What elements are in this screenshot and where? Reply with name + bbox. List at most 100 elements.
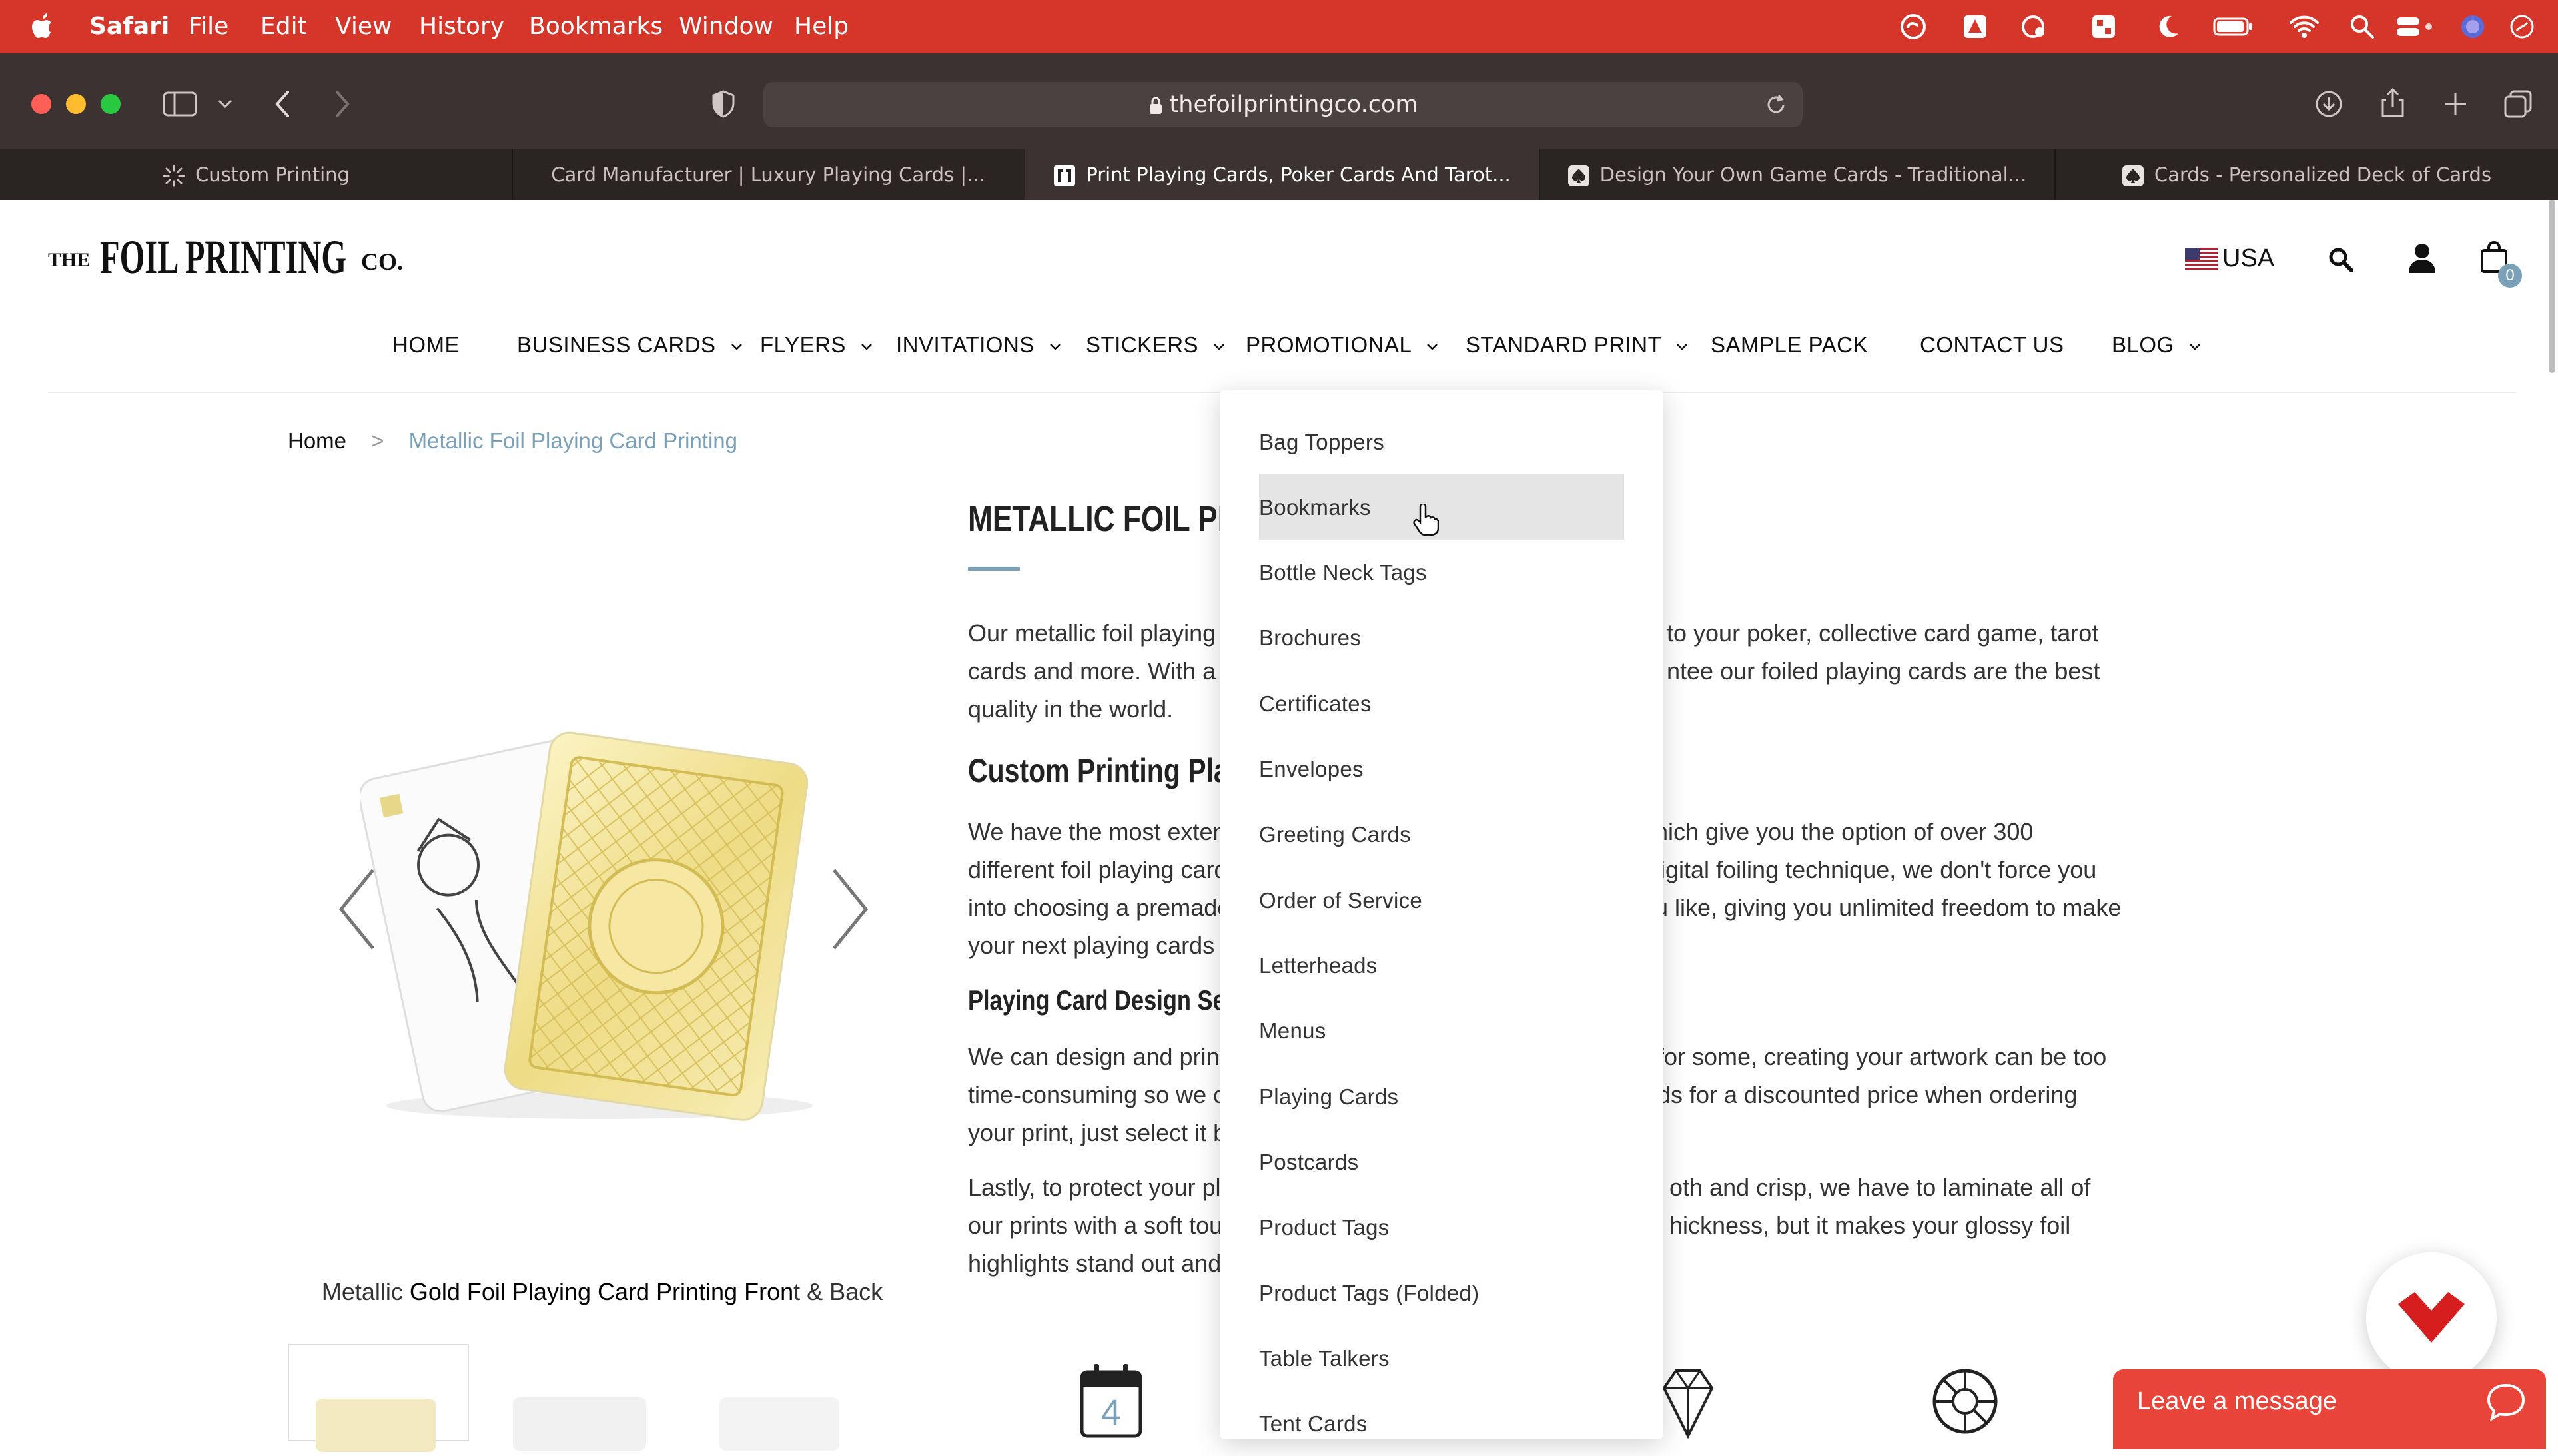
- thumbnail-3[interactable]: [693, 1344, 871, 1451]
- menu-item-greeting-cards[interactable]: Greeting Cards: [1259, 803, 1411, 867]
- drive-icon[interactable]: [1962, 13, 1988, 40]
- region-selector[interactable]: USA: [2185, 241, 2274, 276]
- nav-invitations[interactable]: INVITATIONS: [896, 325, 1061, 365]
- brand-chevron-icon: [2398, 1292, 2465, 1343]
- menu-item-product-tags[interactable]: Product Tags: [1259, 1196, 1390, 1260]
- nav-promotional[interactable]: PROMOTIONAL: [1246, 325, 1438, 365]
- search-icon[interactable]: [2328, 246, 2354, 273]
- text-line: our prints with a soft tou: [968, 1212, 1223, 1239]
- menu-item-bookmarks[interactable]: Bookmarks: [1259, 476, 1371, 540]
- menu-item-bag-toppers[interactable]: Bag Toppers: [1259, 410, 1384, 474]
- paragraph-3-left: We can design and print time-consuming s…: [968, 1038, 1238, 1152]
- calendar-day: 4: [1100, 1393, 1122, 1433]
- text-line: time-consuming so we ca: [968, 1081, 1239, 1108]
- apple-menu-icon[interactable]: [29, 12, 56, 41]
- thumbnail-1[interactable]: [288, 1344, 469, 1452]
- text-line: ds for a discounted price when ordering: [1657, 1081, 2078, 1108]
- nav-home[interactable]: HOME: [392, 325, 460, 365]
- tab-card-manufacturer[interactable]: Card Manufacturer | Luxury Playing Cards…: [512, 149, 1026, 200]
- menu-item-certificates[interactable]: Certificates: [1259, 672, 1372, 736]
- text-line: into choosing a premade: [968, 894, 1231, 921]
- reload-icon[interactable]: [1764, 93, 1788, 117]
- grid-app-icon[interactable]: [2090, 13, 2117, 40]
- tab-overview-icon[interactable]: [2503, 89, 2533, 119]
- menu-item-playing-cards[interactable]: Playing Cards: [1259, 1065, 1398, 1129]
- text-line: oth and crisp, we have to laminate all o…: [1669, 1174, 2091, 1201]
- nav-label: CONTACT US: [1920, 332, 2064, 357]
- menu-bookmarks[interactable]: Bookmarks: [529, 0, 663, 53]
- menu-item-brochures[interactable]: Brochures: [1259, 606, 1361, 670]
- nav-standard-print[interactable]: STANDARD PRINT: [1466, 325, 1688, 365]
- privacy-shield-icon[interactable]: [710, 89, 737, 119]
- menu-item-postcards[interactable]: Postcards: [1259, 1130, 1358, 1194]
- creative-cloud-icon[interactable]: [1900, 13, 1926, 40]
- menu-view[interactable]: View: [335, 0, 392, 53]
- site-logo[interactable]: THE FOIL PRINTING CO.: [48, 226, 448, 293]
- user-status-icon[interactable]: [2509, 13, 2535, 40]
- tab-custom-printing[interactable]: Custom Printing: [0, 149, 513, 200]
- text-line: quality in the world.: [968, 695, 1174, 723]
- control-center-icon[interactable]: [2395, 13, 2435, 40]
- downloads-icon[interactable]: [2314, 89, 2344, 119]
- tab-personalized-deck[interactable]: Cards - Personalized Deck of Cards: [2054, 149, 2558, 200]
- menu-item-letterheads[interactable]: Letterheads: [1259, 934, 1378, 998]
- menu-window[interactable]: Window: [679, 0, 773, 53]
- nav-sample-pack[interactable]: SAMPLE PACK: [1711, 325, 1868, 365]
- nav-contact-us[interactable]: CONTACT US: [1920, 325, 2064, 365]
- tab-design-game-cards[interactable]: Design Your Own Game Cards - Traditional…: [1539, 149, 2056, 200]
- menu-file[interactable]: File: [189, 0, 228, 53]
- back-icon[interactable]: [273, 89, 293, 119]
- siri-icon[interactable]: [2459, 13, 2486, 40]
- nav-business-cards[interactable]: BUSINESS CARDS: [517, 325, 743, 365]
- page-scrollbar[interactable]: [2549, 200, 2555, 373]
- wifi-icon[interactable]: [2289, 13, 2320, 40]
- spade-icon: [1567, 165, 1589, 186]
- menu-item-order-of-service[interactable]: Order of Service: [1259, 869, 1422, 932]
- battery-icon[interactable]: [2213, 13, 2254, 40]
- chat-bar[interactable]: Leave a message: [2113, 1369, 2546, 1449]
- menu-item-table-talkers[interactable]: Table Talkers: [1259, 1327, 1390, 1391]
- window-minimize-button[interactable]: [66, 94, 86, 114]
- menu-item-envelopes[interactable]: Envelopes: [1259, 737, 1364, 801]
- chevron-down-icon: [1049, 344, 1061, 351]
- nav-blog[interactable]: BLOG: [2112, 325, 2201, 365]
- menu-history[interactable]: History: [419, 0, 504, 53]
- thumbnail-2[interactable]: [493, 1344, 671, 1451]
- sidebar-toggle-icon[interactable]: [163, 91, 197, 117]
- menu-item-product-tags-folded[interactable]: Product Tags (Folded): [1259, 1262, 1479, 1325]
- menu-item-bottle-neck-tags[interactable]: Bottle Neck Tags: [1259, 541, 1427, 605]
- window-zoom-button[interactable]: [101, 94, 121, 114]
- spotlight-search-icon[interactable]: [2349, 13, 2375, 40]
- text-line: hich give you the option of over 300: [1655, 818, 2034, 845]
- address-bar[interactable]: thefoilprintingco.com: [763, 82, 1803, 127]
- product-image: [358, 713, 839, 1126]
- moon-icon[interactable]: [2154, 13, 2181, 40]
- nav-label: SAMPLE PACK: [1711, 332, 1868, 357]
- nav-flyers[interactable]: FLYERS: [760, 325, 873, 365]
- region-label: USA: [2222, 244, 2275, 272]
- sync-icon[interactable]: [2020, 13, 2046, 40]
- menu-app-safari[interactable]: Safari: [89, 0, 169, 53]
- cart-button[interactable]: 0: [2479, 240, 2526, 293]
- forward-icon[interactable]: [332, 89, 352, 119]
- menu-item-tent-cards[interactable]: Tent Cards: [1259, 1392, 1368, 1456]
- menu-help[interactable]: Help: [794, 0, 849, 53]
- breadcrumb-home[interactable]: Home: [288, 428, 346, 453]
- tab-title: Design Your Own Game Cards - Traditional…: [1599, 163, 2027, 186]
- new-tab-icon[interactable]: [2442, 91, 2469, 117]
- chat-launcher[interactable]: [2366, 1252, 2497, 1383]
- text-line: to your poker, collective card game, tar…: [1667, 619, 2099, 647]
- chevron-down-icon[interactable]: [217, 97, 233, 111]
- nav-stickers[interactable]: STICKERS: [1086, 325, 1225, 365]
- nav-label: PROMOTIONAL: [1246, 332, 1412, 357]
- menu-edit[interactable]: Edit: [260, 0, 307, 53]
- window-close-button[interactable]: [31, 94, 51, 114]
- tab-print-playing-cards[interactable]: Print Playing Cards, Poker Cards And Tar…: [1025, 149, 1540, 200]
- menu-item-menus[interactable]: Menus: [1259, 999, 1326, 1063]
- nav-label: STANDARD PRINT: [1466, 332, 1662, 357]
- account-icon[interactable]: [2407, 242, 2437, 273]
- section-heading-custom-printing: Custom Printing Playi: [968, 752, 1252, 789]
- share-icon[interactable]: [2379, 87, 2406, 119]
- text-line: We can design and print: [968, 1043, 1226, 1070]
- caption-highlight: Gold Foil Playing Card Printing Fron: [409, 1278, 794, 1305]
